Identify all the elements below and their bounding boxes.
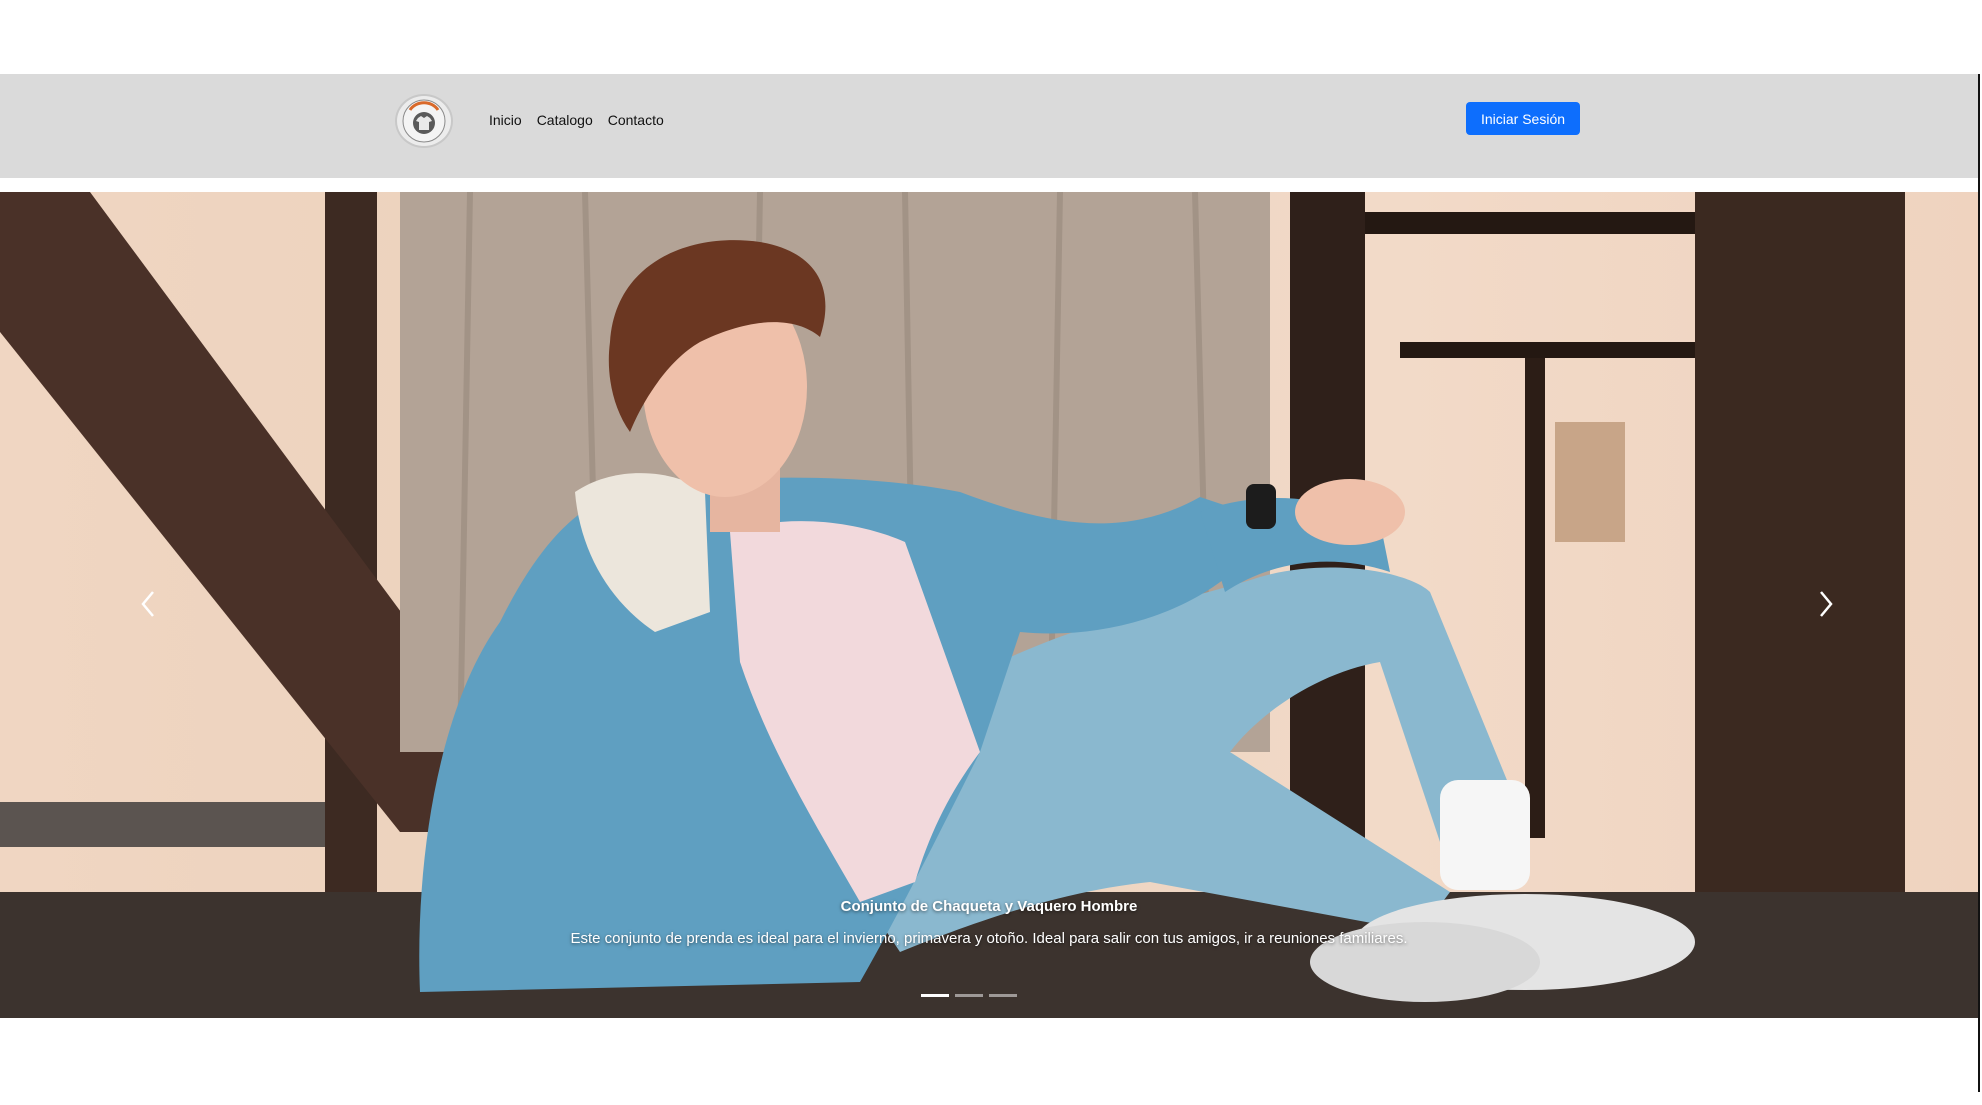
- navbar: [0, 74, 1978, 178]
- chevron-left-icon: [141, 591, 154, 617]
- chevron-right-icon: [1820, 591, 1833, 617]
- carousel-indicators: [921, 994, 1017, 997]
- carousel-indicator-2[interactable]: [955, 994, 983, 997]
- brand-logo[interactable]: [395, 94, 453, 148]
- carousel-next-button[interactable]: [1804, 582, 1848, 626]
- login-button[interactable]: Iniciar Sesión: [1466, 102, 1580, 135]
- hero-image: [0, 192, 1978, 1018]
- main-nav: Inicio Catalogo Contacto: [489, 112, 664, 128]
- nav-link-catalogo[interactable]: Catalogo: [537, 112, 593, 128]
- caption-title: Conjunto de Chaqueta y Vaquero Hombre: [840, 898, 1138, 915]
- carousel-caption: Conjunto de Chaqueta y Vaquero Hombre Es…: [520, 898, 1458, 954]
- carousel-prev-button[interactable]: [126, 582, 170, 626]
- nav-link-inicio[interactable]: Inicio: [489, 112, 522, 128]
- nav-link-contacto[interactable]: Contacto: [608, 112, 664, 128]
- carousel-indicator-1[interactable]: [921, 994, 949, 997]
- page-edge: [1978, 74, 1980, 1092]
- caption-text: Este conjunto de prenda es ideal para el…: [570, 930, 1408, 947]
- carousel-indicator-3[interactable]: [989, 994, 1017, 997]
- hero-carousel: Conjunto de Chaqueta y Vaquero Hombre Es…: [0, 192, 1978, 1018]
- tshirt-badge-icon: [402, 99, 446, 143]
